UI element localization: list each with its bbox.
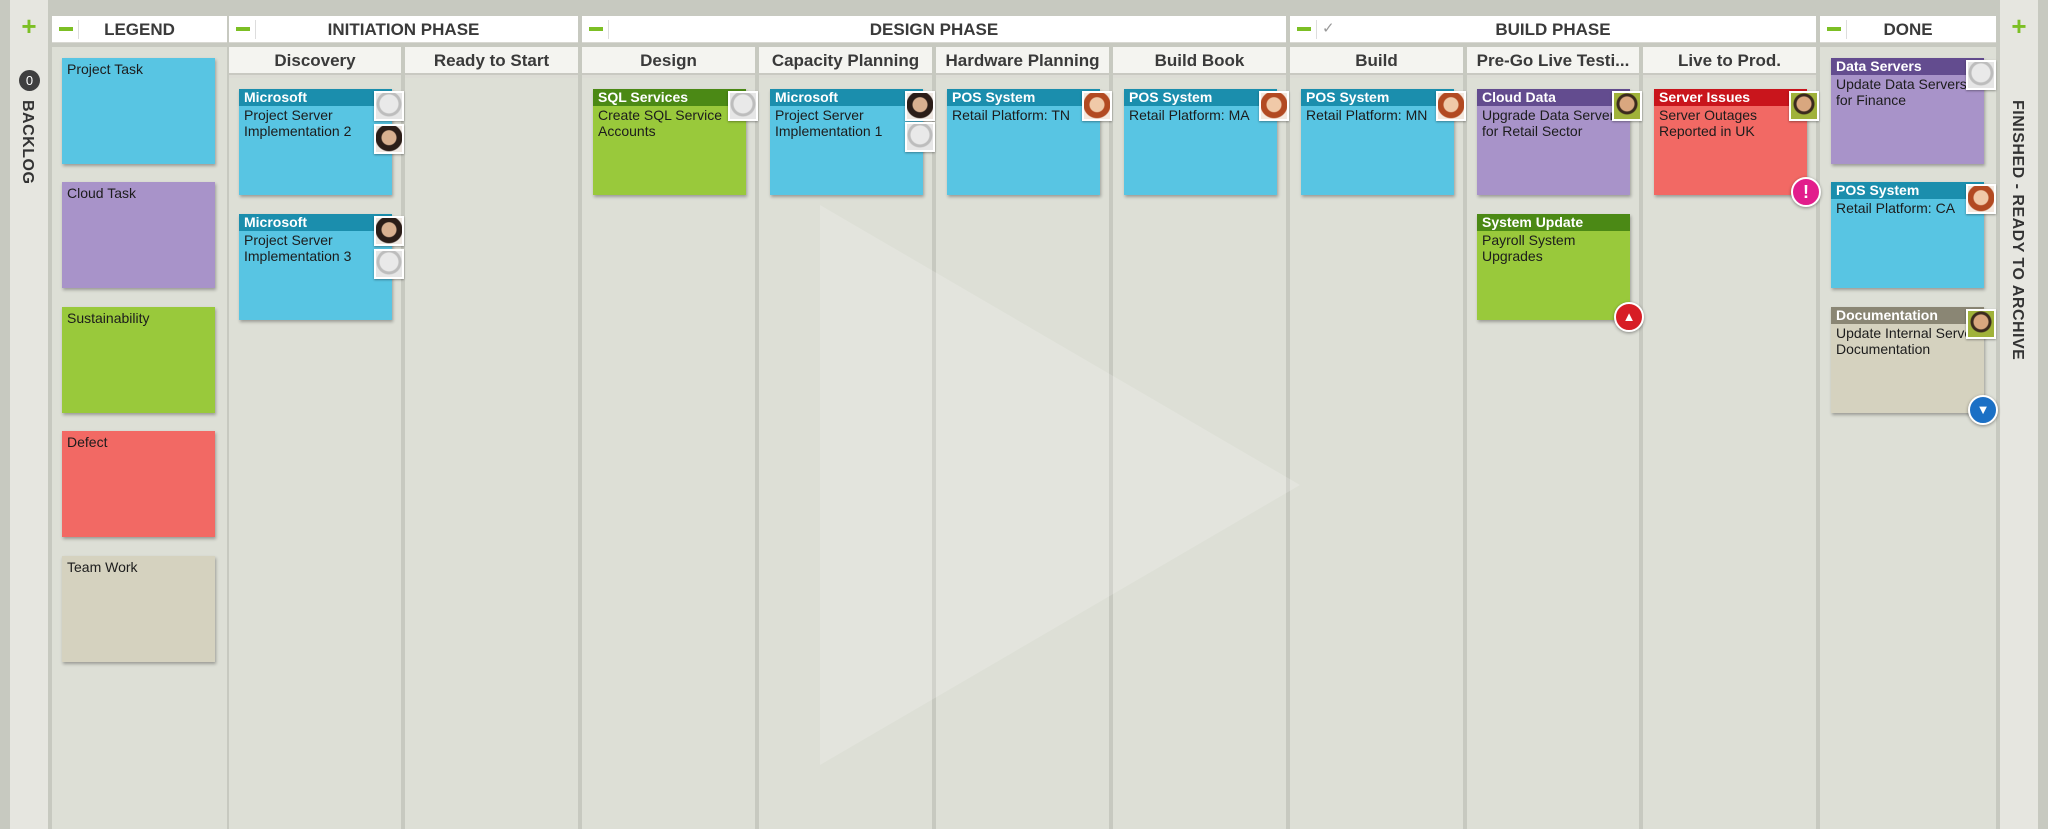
blocked-icon: ! [1791, 177, 1821, 207]
column-header[interactable]: Design [582, 47, 755, 75]
phase-title: BUILD PHASE [1495, 20, 1611, 39]
column-body [405, 78, 578, 829]
assignee-avatar[interactable] [374, 124, 404, 154]
card-data-servers[interactable]: Data Servers Update Data Servers for Fin… [1831, 58, 1996, 164]
card-title: Server Issues [1654, 89, 1807, 106]
assignee-avatar[interactable] [905, 122, 935, 152]
legend-card-sustainability[interactable]: Sustainability [62, 307, 215, 413]
assignee-avatar[interactable] [374, 249, 404, 279]
card-text: Retail Platform: MA [1129, 107, 1250, 123]
backlog-label: BACKLOG [19, 100, 36, 185]
assignee-avatar[interactable] [1966, 184, 1996, 214]
assignee-avatar[interactable] [905, 91, 935, 121]
assignee-avatar[interactable] [1436, 91, 1466, 121]
legend-card-team-work[interactable]: Team Work [62, 556, 215, 662]
card-text: Update Data Servers for Finance [1836, 76, 1967, 108]
phase-done: DONE [1820, 16, 1996, 43]
priority-low-icon: ▼ [1968, 395, 1998, 425]
legend-card-defect[interactable]: Defect [62, 431, 215, 537]
expand-archive-icon[interactable]: + [2009, 13, 2029, 39]
priority-high-icon: ▲ [1614, 302, 1644, 332]
column-body [1820, 47, 1996, 829]
phase-build: ✓ BUILD PHASE [1290, 16, 1816, 43]
card-text: Server Outages Reported in UK [1659, 107, 1758, 139]
archive-rail[interactable]: + FINISHED - READY TO ARCHIVE [2000, 0, 2038, 829]
add-card-icon[interactable]: + [19, 13, 39, 39]
legend-card-cloud-task[interactable]: Cloud Task [62, 182, 215, 288]
assignee-avatar[interactable] [1789, 91, 1819, 121]
assignee-avatar[interactable] [1082, 91, 1112, 121]
card-cloud-data[interactable]: Cloud Data Upgrade Data Servers for Reta… [1477, 89, 1642, 195]
card-title: Documentation [1831, 307, 1984, 324]
assignee-avatar[interactable] [1259, 91, 1289, 121]
assignee-avatar[interactable] [374, 216, 404, 246]
column-header[interactable]: Build [1290, 47, 1463, 75]
legend-label: Cloud Task [67, 185, 137, 201]
column-header[interactable]: Ready to Start [405, 47, 578, 75]
card-text: Project Server Implementation 3 [244, 232, 352, 264]
column-header[interactable]: Discovery [229, 47, 401, 75]
column-ready-to-start: Ready to Start [405, 47, 578, 829]
card-title: Data Servers [1831, 58, 1984, 75]
card-pos-mn[interactable]: POS System Retail Platform: MN [1301, 89, 1466, 195]
card-project-server-2[interactable]: Microsoft Project Server Implementation … [239, 89, 404, 195]
card-title: System Update [1477, 214, 1630, 231]
card-title: SQL Services [593, 89, 746, 106]
card-title: POS System [947, 89, 1100, 106]
card-pos-ca[interactable]: POS System Retail Platform: CA [1831, 182, 1996, 288]
board-watermark [820, 205, 1300, 765]
card-text: Payroll System Upgrades [1482, 232, 1576, 264]
card-text: Retail Platform: CA [1836, 200, 1956, 216]
column-header[interactable]: Live to Prod. [1643, 47, 1816, 75]
card-documentation[interactable]: Documentation Update Internal Server Doc… [1831, 307, 1998, 425]
card-title: POS System [1124, 89, 1277, 106]
card-text: Create SQL Service Accounts [598, 107, 722, 139]
phase-title: DESIGN PHASE [869, 20, 999, 39]
card-sql-services[interactable]: SQL Services Create SQL Service Accounts [593, 89, 758, 195]
legend-card-project-task[interactable]: Project Task [62, 58, 215, 164]
kanban-board: + 0 BACKLOG + FINISHED - READY TO ARCHIV… [0, 0, 2048, 829]
legend-label: Sustainability [67, 310, 150, 326]
card-title: Microsoft [239, 214, 392, 231]
phase-title: LEGEND [104, 20, 175, 39]
card-title: Microsoft [770, 89, 923, 106]
assignee-avatar[interactable] [1966, 309, 1996, 339]
card-text: Project Server Implementation 1 [775, 107, 883, 139]
card-text: Project Server Implementation 2 [244, 107, 352, 139]
column-header[interactable]: Build Book [1113, 47, 1286, 75]
card-system-update[interactable]: System Update Payroll System Upgrades ▲ [1477, 214, 1644, 332]
card-title: Cloud Data [1477, 89, 1630, 106]
assignee-avatar[interactable] [374, 91, 404, 121]
assignee-avatar[interactable] [1612, 91, 1642, 121]
card-pos-tn[interactable]: POS System Retail Platform: TN [947, 89, 1112, 195]
legend-label: Team Work [67, 559, 138, 575]
card-text: Upgrade Data Servers for Retail Sector [1482, 107, 1622, 139]
legend-label: Defect [67, 434, 108, 450]
backlog-count-badge: 0 [19, 70, 40, 91]
phase-title: DONE [1883, 20, 1933, 39]
card-title: POS System [1301, 89, 1454, 106]
phase-title: INITIATION PHASE [327, 20, 480, 39]
card-title: Microsoft [239, 89, 392, 106]
phase-legend: LEGEND [52, 16, 227, 43]
card-title: POS System [1831, 182, 1984, 199]
column-header[interactable]: Pre-Go Live Testi... [1467, 47, 1639, 75]
card-project-server-1[interactable]: Microsoft Project Server Implementation … [770, 89, 935, 195]
column-header[interactable]: Hardware Planning [936, 47, 1109, 75]
card-text: Retail Platform: TN [952, 107, 1070, 123]
assignee-avatar[interactable] [1966, 60, 1996, 90]
card-pos-ma[interactable]: POS System Retail Platform: MA [1124, 89, 1289, 195]
card-server-issues[interactable]: Server Issues Server Outages Reported in… [1654, 89, 1821, 207]
column-done [1820, 47, 1996, 829]
legend-label: Project Task [67, 61, 143, 77]
assignee-avatar[interactable] [728, 91, 758, 121]
archive-label: FINISHED - READY TO ARCHIVE [2009, 100, 2026, 361]
card-text: Update Internal Server Documentation [1836, 325, 1977, 357]
backlog-rail[interactable]: + 0 BACKLOG [10, 0, 48, 829]
card-text: Retail Platform: MN [1306, 107, 1428, 123]
phase-initiation: INITIATION PHASE [229, 16, 578, 43]
card-project-server-3[interactable]: Microsoft Project Server Implementation … [239, 214, 404, 320]
column-header[interactable]: Capacity Planning [759, 47, 932, 75]
phase-design: DESIGN PHASE [582, 16, 1286, 43]
